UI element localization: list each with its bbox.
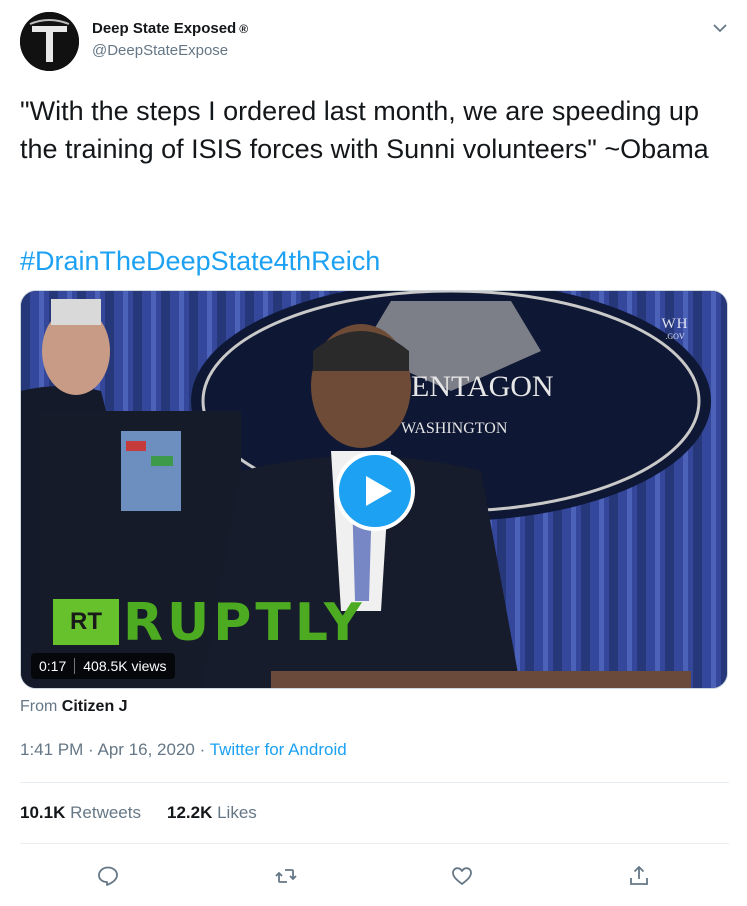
video-stats-divider bbox=[74, 658, 76, 674]
backdrop-text-washington: WASHINGTON bbox=[401, 420, 508, 437]
video-player[interactable]: ENTAGON WASHINGTON WH .GOV RT RUPTLY 0:1… bbox=[20, 290, 728, 689]
rt-logo: RT bbox=[53, 599, 119, 645]
tweet-header: Deep State Exposed ® @DeepStateExpose bbox=[20, 12, 730, 72]
ruptly-logo: RUPTLY bbox=[123, 593, 366, 653]
backdrop-text-pentagon: ENTAGON bbox=[411, 370, 554, 403]
likes-count: 12.2K bbox=[166, 803, 213, 822]
display-name[interactable]: Deep State Exposed ® bbox=[92, 20, 248, 37]
retweet-button[interactable] bbox=[268, 858, 304, 894]
user-handle[interactable]: @DeepStateExpose bbox=[92, 42, 248, 59]
tweet-meta: 1:41 PM · Apr 16, 2020 · Twitter for And… bbox=[20, 740, 347, 760]
chevron-down-icon[interactable] bbox=[710, 18, 730, 38]
meta-separator-2: · bbox=[199, 740, 206, 759]
reply-icon bbox=[98, 866, 118, 886]
heart-icon bbox=[452, 867, 472, 885]
attribution-source[interactable]: Citizen J bbox=[62, 698, 128, 715]
tweet-actions bbox=[20, 858, 729, 894]
video-attribution: From Citizen J bbox=[20, 698, 128, 716]
video-views: 408.5K views bbox=[83, 658, 167, 674]
user-info: Deep State Exposed ® @DeepStateExpose bbox=[92, 20, 248, 59]
video-stats: 0:17 408.5K views bbox=[31, 653, 175, 679]
likes-label: Likes bbox=[217, 803, 257, 822]
divider-bottom bbox=[20, 843, 729, 844]
video-duration: 0:17 bbox=[39, 658, 67, 674]
display-name-text[interactable]: Deep State Exposed bbox=[92, 20, 236, 37]
play-icon bbox=[366, 476, 392, 506]
like-button[interactable] bbox=[444, 858, 480, 894]
meta-separator-1: · bbox=[88, 740, 94, 759]
tweet-time[interactable]: 1:41 PM bbox=[20, 740, 83, 759]
avatar-image bbox=[20, 12, 79, 71]
retweets-stat[interactable]: 10.1K Retweets bbox=[20, 803, 141, 823]
share-button[interactable] bbox=[621, 858, 657, 894]
hashtag-link[interactable]: #DrainTheDeepState4thReich bbox=[20, 242, 380, 280]
registered-mark: ® bbox=[239, 21, 249, 36]
watermark-gov: .GOV bbox=[665, 332, 685, 341]
video-watermark: WH .GOV bbox=[653, 317, 697, 345]
tweet-date[interactable]: Apr 16, 2020 bbox=[98, 740, 195, 759]
watermark-wh: WH bbox=[661, 316, 689, 332]
attribution-prefix: From bbox=[20, 698, 58, 715]
reply-button[interactable] bbox=[90, 858, 126, 894]
divider-top bbox=[20, 782, 729, 783]
tweet-text: "With the steps I ordered last month, we… bbox=[20, 96, 709, 164]
retweet-icon bbox=[275, 869, 297, 883]
share-icon bbox=[630, 865, 648, 885]
retweets-label: Retweets bbox=[70, 803, 141, 822]
play-button[interactable] bbox=[335, 451, 415, 531]
retweets-count: 10.1K bbox=[20, 803, 66, 822]
tweet-stats: 10.1K Retweets 12.2K Likes bbox=[20, 803, 257, 823]
avatar[interactable] bbox=[20, 12, 79, 71]
tweet-client[interactable]: Twitter for Android bbox=[210, 740, 347, 759]
likes-stat[interactable]: 12.2K Likes bbox=[167, 803, 257, 823]
